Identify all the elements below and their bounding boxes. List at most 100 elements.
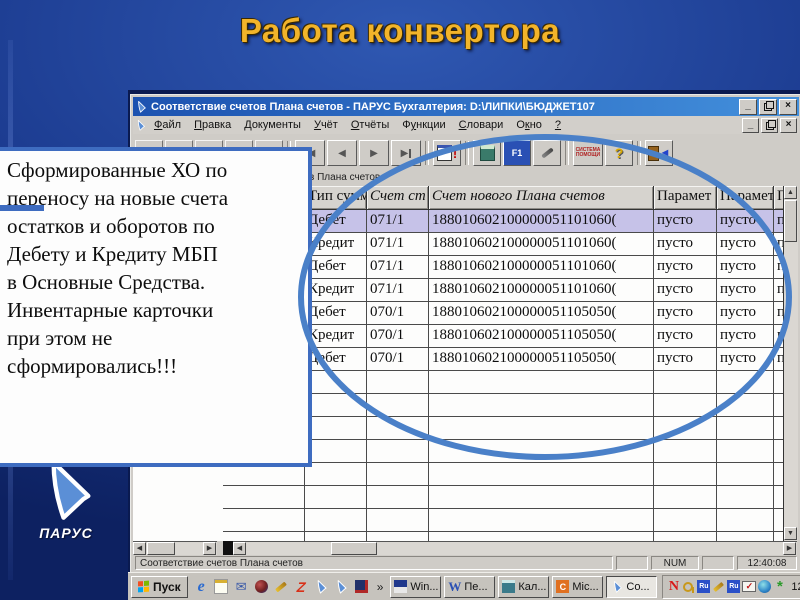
table-scroll-right-button[interactable]: ▶ [783, 542, 796, 555]
last-record-button[interactable]: ▶ [391, 140, 421, 166]
exit-arrow-icon: ◄ [659, 147, 671, 159]
parus-sail-icon[interactable] [313, 578, 330, 595]
table-cell [429, 394, 654, 417]
mdi-restore-button[interactable] [761, 117, 778, 133]
window-titlebar: Соответствие счетов Плана счетов - ПАРУС… [133, 97, 799, 116]
menu-item-2[interactable]: Документы [238, 118, 307, 132]
ru-indicator[interactable]: Ru [727, 580, 741, 593]
previous-record-button[interactable]: ◀ [327, 140, 357, 166]
table-cell: пусто [717, 233, 774, 256]
system-help-button[interactable]: СИСТЕМА ПОМОЩИ [573, 140, 603, 166]
menu-item-1[interactable]: Правка [188, 118, 237, 132]
menu-item-0[interactable]: Файл [148, 118, 187, 132]
word-icon: W [448, 578, 462, 594]
close-button[interactable]: × [779, 98, 797, 115]
table-cell: 071/1 [367, 256, 429, 279]
parus-sail-icon[interactable] [333, 578, 350, 595]
nod32-icon[interactable]: N [667, 580, 680, 593]
mdi-window-controls: _ × [742, 117, 797, 133]
left-pane-scroll-left-button[interactable]: ◀ [133, 542, 146, 555]
table-cell [717, 394, 774, 417]
left-pane-hscrollbar[interactable]: ◀ ▶ [133, 541, 217, 556]
key-icon[interactable] [682, 580, 695, 593]
taskbar-task-3[interactable]: С Міс... [552, 575, 604, 598]
left-pane-scroll-right-button[interactable]: ▶ [203, 542, 216, 555]
table-cell [367, 532, 429, 541]
column-header-5: Парамет [717, 186, 774, 210]
flower-icon[interactable]: * [773, 580, 786, 593]
menu-item-4[interactable]: Отчёты [345, 118, 395, 132]
sail-icon [35, 460, 97, 522]
table-cell [717, 509, 774, 532]
scroll-down-button[interactable]: ▼ [784, 527, 797, 540]
table-scroll-left-button[interactable]: ◀ [233, 542, 246, 555]
f1-reference-button[interactable]: F1 [503, 140, 531, 166]
table-row-empty[interactable] [223, 532, 797, 541]
vertical-scroll-thumb[interactable] [784, 200, 797, 242]
task-label: Со... [626, 580, 650, 593]
lightning-icon[interactable]: Z [290, 578, 312, 595]
calc-icon [502, 580, 516, 593]
menu-item-7[interactable]: Окно [510, 118, 548, 132]
ie-icon[interactable]: e [193, 578, 210, 595]
pencil-icon[interactable] [273, 578, 290, 595]
table-cell [429, 440, 654, 463]
table-cell [223, 486, 305, 509]
pencil-icon[interactable] [712, 580, 725, 593]
table-row-empty[interactable] [223, 509, 797, 532]
globe-icon[interactable] [253, 578, 270, 595]
scroll-up-button[interactable]: ▲ [784, 186, 797, 199]
mdi-close-button[interactable]: × [780, 117, 797, 133]
floppy-icon [394, 580, 408, 593]
callout-box: Сформированные ХО по переносу на новые с… [0, 147, 312, 467]
table-hscrollbar[interactable]: ◀ ▶ [233, 541, 797, 556]
mail-icon[interactable]: ✉ [233, 578, 250, 595]
setup-icon[interactable] [353, 578, 370, 595]
task-buttons: Win... W Пе... Кал... С Міс... Со... [388, 575, 659, 598]
menu-item-8[interactable]: ? [549, 118, 567, 132]
table-row-empty[interactable] [223, 486, 797, 509]
vertical-scrollbar[interactable]: ▲ ▼ [783, 186, 798, 541]
ru-indicator[interactable]: Ru [697, 580, 711, 593]
table-cell: пусто [717, 256, 774, 279]
taskbar-task-1[interactable]: W Пе... [444, 575, 496, 598]
menu-item-6[interactable]: Словари [453, 118, 510, 132]
table-cell: 188010602100000051105050( [429, 325, 654, 348]
taskbar-task-2[interactable]: Кал... [498, 575, 550, 598]
wrench-icon [540, 147, 554, 159]
calculator-button[interactable] [473, 140, 501, 166]
restore-button[interactable] [759, 98, 777, 115]
mdi-minimize-button[interactable]: _ [742, 117, 759, 133]
cd-icon[interactable] [758, 580, 772, 593]
table-cell: 188010602100000051101060( [429, 233, 654, 256]
table-cell: Кредит [305, 325, 367, 348]
table-scroll-thumb[interactable] [331, 542, 377, 555]
tools-button[interactable] [533, 140, 561, 166]
menu-item-3[interactable]: Учёт [308, 118, 344, 132]
table-cell [429, 371, 654, 394]
table-cell [717, 417, 774, 440]
table-cell [305, 509, 367, 532]
minimize-button[interactable]: _ [739, 98, 757, 115]
chevron-right-icon[interactable]: » [375, 580, 386, 594]
exit-button[interactable]: ◄ [645, 140, 673, 166]
table-cell [654, 486, 717, 509]
menu-item-5[interactable]: Функции [396, 118, 451, 132]
table-cell [429, 463, 654, 486]
table-cell: пусто [717, 348, 774, 371]
notes-icon[interactable] [213, 578, 230, 595]
table-cell [367, 486, 429, 509]
left-pane-scroll-thumb[interactable] [147, 542, 175, 555]
next-record-button[interactable]: ▶ [359, 140, 389, 166]
mail-icon[interactable]: ✓ [742, 581, 757, 592]
start-button[interactable]: Пуск [131, 575, 188, 598]
table-cell: пусто [717, 210, 774, 233]
taskbar-task-0[interactable]: Win... [390, 575, 442, 598]
table-cell: пусто [654, 325, 717, 348]
table-cell: Дебет [305, 348, 367, 371]
system-tray: NRuRu✓*12:40 [662, 574, 800, 599]
help-button[interactable]: ? [605, 140, 633, 166]
calendar-button[interactable]: ! [433, 140, 461, 166]
taskbar-task-4[interactable]: Со... [606, 575, 658, 598]
table-cell: 071/1 [367, 210, 429, 233]
